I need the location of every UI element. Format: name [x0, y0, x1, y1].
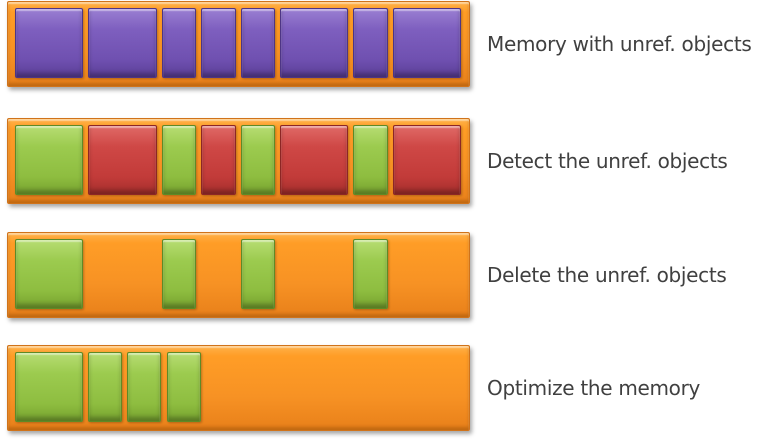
purple-memory-block [241, 8, 275, 78]
purple-memory-block [280, 8, 348, 78]
purple-memory-block [88, 8, 157, 78]
green-memory-block [241, 125, 275, 195]
stage-label: Delete the unref. objects [487, 263, 727, 287]
green-memory-block [353, 125, 388, 195]
purple-memory-block [201, 8, 236, 78]
green-memory-block [162, 125, 196, 195]
green-memory-block [127, 352, 161, 422]
green-memory-block [167, 352, 201, 422]
green-memory-block [241, 239, 275, 309]
stage-label: Memory with unref. objects [487, 32, 752, 56]
red-memory-block [393, 125, 461, 195]
stage-label: Detect the unref. objects [487, 149, 728, 173]
purple-memory-block [353, 8, 388, 78]
purple-memory-block [162, 8, 196, 78]
purple-memory-block [393, 8, 461, 78]
green-memory-block [15, 125, 83, 195]
green-memory-block [88, 352, 122, 422]
stage-delete-unref-objects [7, 232, 470, 318]
stage-optimize-memory [7, 345, 470, 431]
stage-memory-with-unref-objects [7, 1, 470, 87]
green-memory-block [353, 239, 388, 309]
purple-memory-block [15, 8, 83, 78]
stage-label: Optimize the memory [487, 376, 701, 400]
stage-detect-unref-objects [7, 118, 470, 204]
green-memory-block [15, 239, 83, 309]
red-memory-block [201, 125, 236, 195]
green-memory-block [15, 352, 83, 422]
green-memory-block [162, 239, 196, 309]
red-memory-block [280, 125, 348, 195]
red-memory-block [88, 125, 157, 195]
